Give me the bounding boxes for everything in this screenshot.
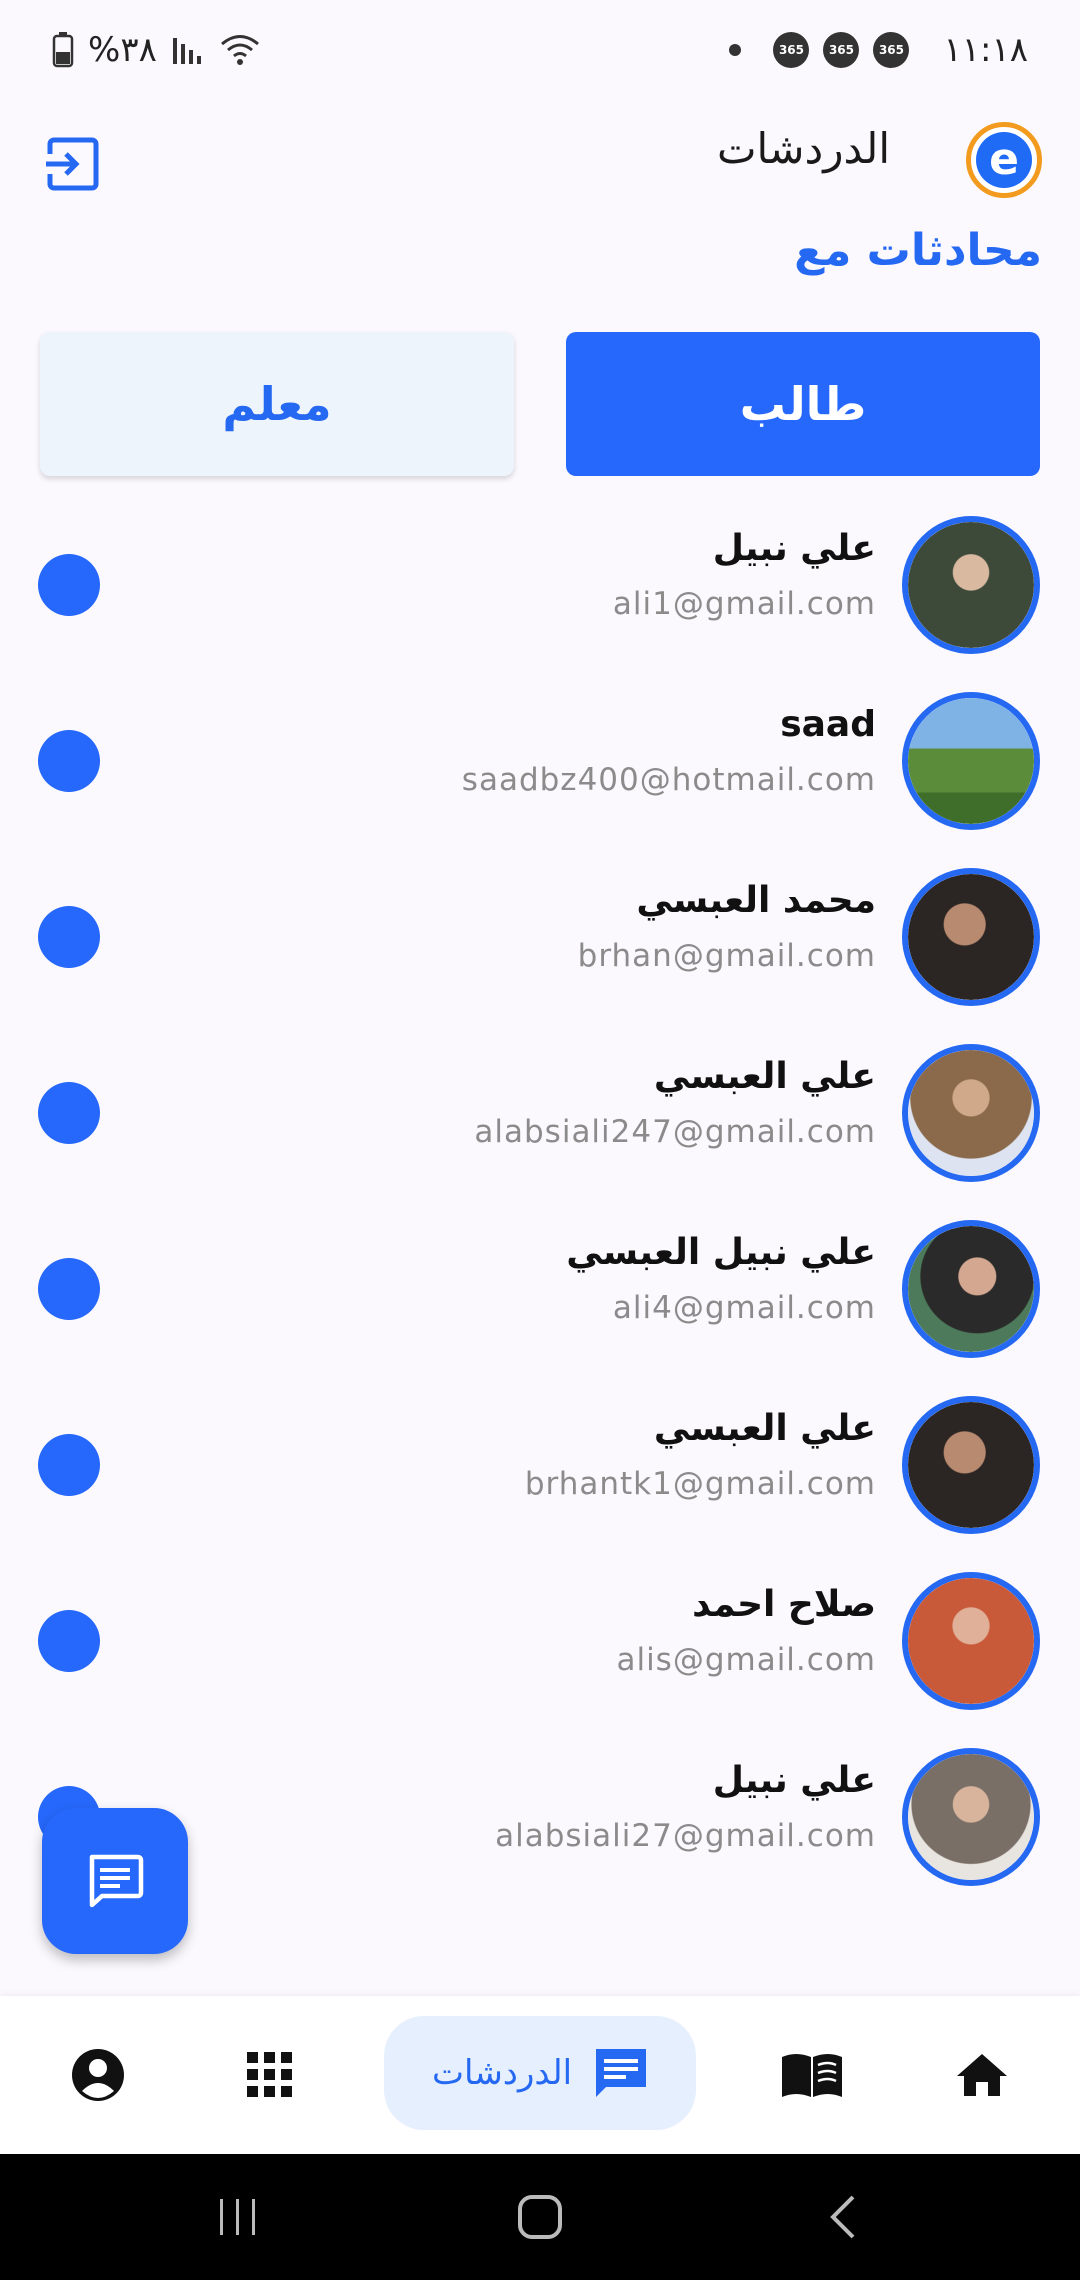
- wifi-icon: [220, 35, 259, 65]
- student-tab[interactable]: طالب: [566, 332, 1040, 476]
- avatar: [902, 516, 1040, 654]
- app-logo: e: [966, 122, 1042, 198]
- contact-name: علي العبسي: [653, 1056, 876, 1097]
- chat-item[interactable]: saad saadbz400@hotmail.com: [0, 684, 1080, 860]
- avatar-photo: [908, 874, 1034, 1000]
- online-status-dot: [38, 1082, 100, 1144]
- contact-email: ali1@gmail.com: [612, 586, 876, 622]
- chat-icon: [596, 2049, 647, 2097]
- chat-list: علي نبيل ali1@gmail.com saad saadbz400@h…: [0, 508, 1080, 1916]
- home-outline-icon: [518, 2195, 562, 2239]
- chat-item[interactable]: علي العبسي alabsiali247@gmail.com: [0, 1036, 1080, 1212]
- contact-name: علي نبيل العبسي: [566, 1232, 876, 1273]
- nav-apps[interactable]: [228, 1996, 312, 2154]
- status-bar: %٣٨ 365 365 365 ١١:١٨: [0, 0, 1080, 100]
- chat-icon: [89, 1854, 144, 1908]
- avatar: [902, 1220, 1040, 1358]
- app-badge-365: 365: [773, 32, 810, 68]
- status-left: %٣٨: [52, 30, 261, 70]
- contact-email: alabsiali247@gmail.com: [474, 1114, 876, 1150]
- avatar: [902, 868, 1040, 1006]
- contact-name: علي نبيل: [712, 528, 876, 569]
- app-header: الدردشات e: [0, 110, 1080, 220]
- contact-name: saad: [780, 704, 876, 745]
- battery-icon: [52, 32, 74, 68]
- book-open-icon: [782, 2054, 842, 2097]
- notification-dot: [729, 44, 742, 56]
- avatar: [902, 692, 1040, 830]
- teacher-tab[interactable]: معلم: [40, 332, 514, 476]
- recent-apps-button[interactable]: [200, 2154, 276, 2280]
- chat-item[interactable]: علي نبيل ali1@gmail.com: [0, 508, 1080, 684]
- avatar-photo: [908, 1226, 1034, 1352]
- contact-name: علي العبسي: [653, 1408, 876, 1449]
- avatar: [902, 1572, 1040, 1710]
- contact-email: alabsiali27@gmail.com: [495, 1818, 876, 1854]
- avatar-photo: [908, 1402, 1034, 1528]
- online-status-dot: [38, 554, 100, 616]
- apps-grid-icon: [247, 2052, 292, 2097]
- online-status-dot: [38, 1434, 100, 1496]
- contact-name: محمد العبسي: [636, 880, 876, 921]
- contact-name: علي نبيل: [712, 1760, 876, 1801]
- avatar-photo: [908, 1578, 1034, 1704]
- contact-email: alis@gmail.com: [616, 1642, 876, 1678]
- avatar-photo: [908, 1754, 1034, 1880]
- page-title: الدردشات: [716, 124, 890, 173]
- contact-email: saadbz400@hotmail.com: [461, 762, 876, 798]
- battery-percent: %٣٨: [88, 30, 157, 70]
- nav-profile[interactable]: [56, 1996, 140, 2154]
- online-status-dot: [38, 906, 100, 968]
- chevron-left-icon: [830, 2195, 855, 2239]
- avatar: [902, 1044, 1040, 1182]
- home-icon: [957, 2054, 1007, 2096]
- chat-item[interactable]: علي نبيل العبسي ali4@gmail.com: [0, 1212, 1080, 1388]
- avatar-photo: [908, 522, 1034, 648]
- nav-home[interactable]: [940, 1996, 1024, 2154]
- contact-email: brhantk1@gmail.com: [524, 1466, 876, 1502]
- chat-item[interactable]: علي العبسي brhantk1@gmail.com: [0, 1388, 1080, 1564]
- recent-apps-icon: [220, 2199, 255, 2235]
- online-status-dot: [38, 730, 100, 792]
- logout-icon[interactable]: [40, 132, 104, 196]
- home-button[interactable]: [502, 2154, 578, 2280]
- avatar-photo: [908, 1050, 1034, 1176]
- chat-item[interactable]: صلاح احمد alis@gmail.com: [0, 1564, 1080, 1740]
- logo-letter-icon: e: [976, 132, 1032, 188]
- section-label: محادثات مع: [794, 225, 1042, 276]
- contact-email: brhan@gmail.com: [577, 938, 876, 974]
- signal-icon: [172, 38, 201, 64]
- online-status-dot: [38, 1610, 100, 1672]
- status-right: 365 365 365 ١١:١٨: [729, 30, 1028, 70]
- system-nav-bar: [0, 2154, 1080, 2280]
- bottom-nav: الدردشات: [0, 1996, 1080, 2154]
- avatar: [902, 1748, 1040, 1886]
- app-badge-365: 365: [823, 32, 860, 68]
- clock: ١١:١٨: [943, 30, 1028, 70]
- contact-name: صلاح احمد: [692, 1584, 876, 1625]
- avatar: [902, 1396, 1040, 1534]
- new-chat-fab[interactable]: [42, 1808, 188, 1954]
- app-badge-365: 365: [873, 32, 910, 68]
- account-circle-icon: [72, 2049, 124, 2101]
- nav-chats[interactable]: الدردشات: [384, 2016, 696, 2130]
- online-status-dot: [38, 1258, 100, 1320]
- nav-courses[interactable]: [770, 1996, 854, 2154]
- contact-email: ali4@gmail.com: [612, 1290, 876, 1326]
- chat-item[interactable]: محمد العبسي brhan@gmail.com: [0, 860, 1080, 1036]
- nav-chats-label: الدردشات: [431, 2053, 573, 2093]
- avatar-photo: [908, 698, 1034, 824]
- back-button[interactable]: [804, 2154, 880, 2280]
